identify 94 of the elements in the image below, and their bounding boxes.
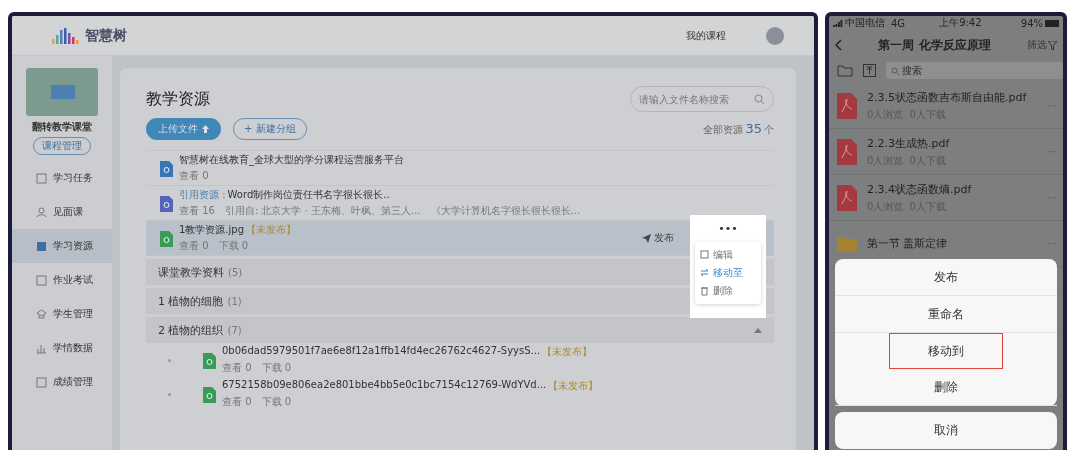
network: 4G — [891, 17, 906, 29]
pdf-file-icon — [837, 92, 857, 119]
sidebar-item[interactable]: 成绩管理 — [12, 365, 112, 399]
more-button[interactable]: ••• — [714, 223, 742, 234]
sidebar-item[interactable]: 学习任务 — [12, 161, 112, 195]
action-option[interactable]: 发布 — [835, 259, 1057, 296]
swap-arrows-icon — [700, 268, 709, 278]
carrier: 中国电信 — [845, 16, 885, 30]
file-row[interactable]: 智慧树在线教育_全球大型的学分课程运营服务平台 查看 0 — [146, 151, 774, 186]
signal-icon — [833, 19, 843, 27]
file-meta: 下载 0 — [261, 395, 292, 409]
group-count: (1) — [227, 295, 242, 307]
upload-icon — [202, 125, 209, 133]
graduation-cap-icon — [36, 308, 47, 320]
file-meta: 查看 0 — [179, 169, 209, 183]
file-title: 引用资源 : Word制作岗位责任书名字很长很长.. — [179, 188, 391, 202]
folder-icon — [837, 235, 857, 252]
action-option[interactable]: 移动到 — [889, 333, 1003, 369]
sidebar-label: 学情数据 — [53, 341, 93, 355]
funnel-icon — [1048, 40, 1057, 50]
pdf-file-icon — [837, 138, 857, 165]
upload-icon[interactable] — [863, 64, 876, 77]
bar-chart-icon — [36, 342, 47, 354]
sidebar-label: 见面课 — [53, 205, 83, 219]
document-icon — [160, 194, 173, 212]
course-title: 翻转教学课堂 — [31, 120, 93, 134]
battery-percent: 94% — [1020, 17, 1043, 29]
pdf-file-icon — [837, 184, 857, 211]
file-name: 2.2.3生成热.pdf — [867, 135, 950, 151]
file-name: 2.3.4状态函数熵.pdf — [867, 181, 972, 197]
page-title: 教学资源 — [146, 88, 210, 110]
menu-item[interactable]: 移动至 — [695, 264, 761, 282]
sidebar-item[interactable]: 学情数据 — [12, 331, 112, 365]
folder-icon[interactable] — [837, 64, 853, 77]
square-icon — [36, 274, 47, 286]
group-count: (7) — [227, 324, 242, 336]
file-title: 0b06dad5979501f7ae6e8f12a1ffb14fd4ec26762c4627-SyysS... 【未发布】 — [222, 345, 593, 359]
sidebar-label: 学习任务 — [53, 171, 93, 185]
group-title: 1 植物的细胞 — [158, 293, 224, 309]
logo-bars-icon — [52, 27, 82, 44]
logo-text: 智慧树 — [85, 26, 127, 45]
file-title: 智慧树在线教育_全球大型的学分课程运营服务平台 — [179, 153, 404, 167]
file-meta: 下载 0 — [261, 361, 292, 375]
group-title: 2 植物的组织 — [158, 322, 224, 338]
total-count: 全部资源 35 个 — [703, 121, 774, 137]
file-title: 6752158b09e806ea2e801bbe4bb5e0c1bc7154c12769-WdYVd... 【未发布】 — [222, 379, 599, 393]
send-icon — [642, 233, 651, 243]
file-title: 1教学资源.jpg 【未发布】 — [179, 223, 296, 237]
file-name: 第一节 盖斯定律 — [867, 236, 948, 251]
sidebar-item[interactable]: 学习资源 — [12, 229, 112, 263]
file-meta: 引用自: 北京大学 · 王东梅、叶枫、第三人... — [224, 204, 421, 218]
group-header[interactable]: 2 植物的组织 (7) — [146, 317, 774, 343]
search-field[interactable]: 搜索 — [886, 62, 1063, 79]
file-meta: 查看 0 — [179, 239, 209, 253]
search-icon — [891, 66, 899, 75]
edit-icon — [700, 250, 709, 260]
search-icon — [754, 94, 765, 105]
person-icon — [36, 206, 47, 218]
action-option[interactable]: 删除 — [835, 369, 1057, 406]
file-meta: 查看 0 — [222, 361, 252, 375]
back-icon[interactable] — [835, 39, 842, 51]
document-icon — [160, 159, 173, 177]
clock: 上午9:42 — [939, 16, 982, 30]
file-name: 2.3.5状态函数吉布斯自由能.pdf — [867, 89, 1027, 105]
sidebar-label: 作业考试 — [53, 273, 93, 287]
square-icon — [36, 376, 47, 388]
nav-link[interactable]: 我的课程 — [686, 28, 726, 43]
battery-icon — [1045, 19, 1059, 27]
file-meta: 查看 16 — [179, 204, 215, 218]
file-meta: 查看 0 — [222, 395, 252, 409]
search-placeholder: 搜索 — [902, 63, 922, 78]
group-title: 课堂教学资料 — [158, 264, 224, 280]
avatar[interactable] — [766, 26, 784, 45]
file-meta: 下载 0 — [218, 239, 249, 253]
caret-icon — [754, 327, 762, 333]
square-icon — [36, 172, 47, 184]
square-icon — [36, 240, 47, 252]
cancel-button[interactable]: 取消 — [835, 412, 1057, 449]
sidebar-label: 学习资源 — [53, 239, 93, 253]
group-count: (5) — [228, 266, 243, 278]
file-meta: 《大学计算机名字很长很长很长... — [430, 204, 581, 218]
publish-link[interactable]: 发布 — [642, 231, 674, 245]
action-option[interactable]: 重命名 — [835, 296, 1057, 333]
sidebar-item[interactable]: 见面课 — [12, 195, 112, 229]
sidebar-item[interactable]: 学生管理 — [12, 297, 112, 331]
search-field[interactable]: 请输入文件名称搜索 — [630, 86, 774, 112]
image-file-icon — [203, 385, 216, 403]
sidebar-label: 成绩管理 — [53, 375, 93, 389]
image-file-icon — [203, 351, 216, 369]
screen-title: 第一周 化学反应原理 — [877, 36, 992, 54]
trash-icon — [700, 286, 709, 296]
image-file-icon — [160, 229, 173, 247]
sidebar-item[interactable]: 作业考试 — [12, 263, 112, 297]
sidebar-label: 学生管理 — [53, 307, 93, 321]
